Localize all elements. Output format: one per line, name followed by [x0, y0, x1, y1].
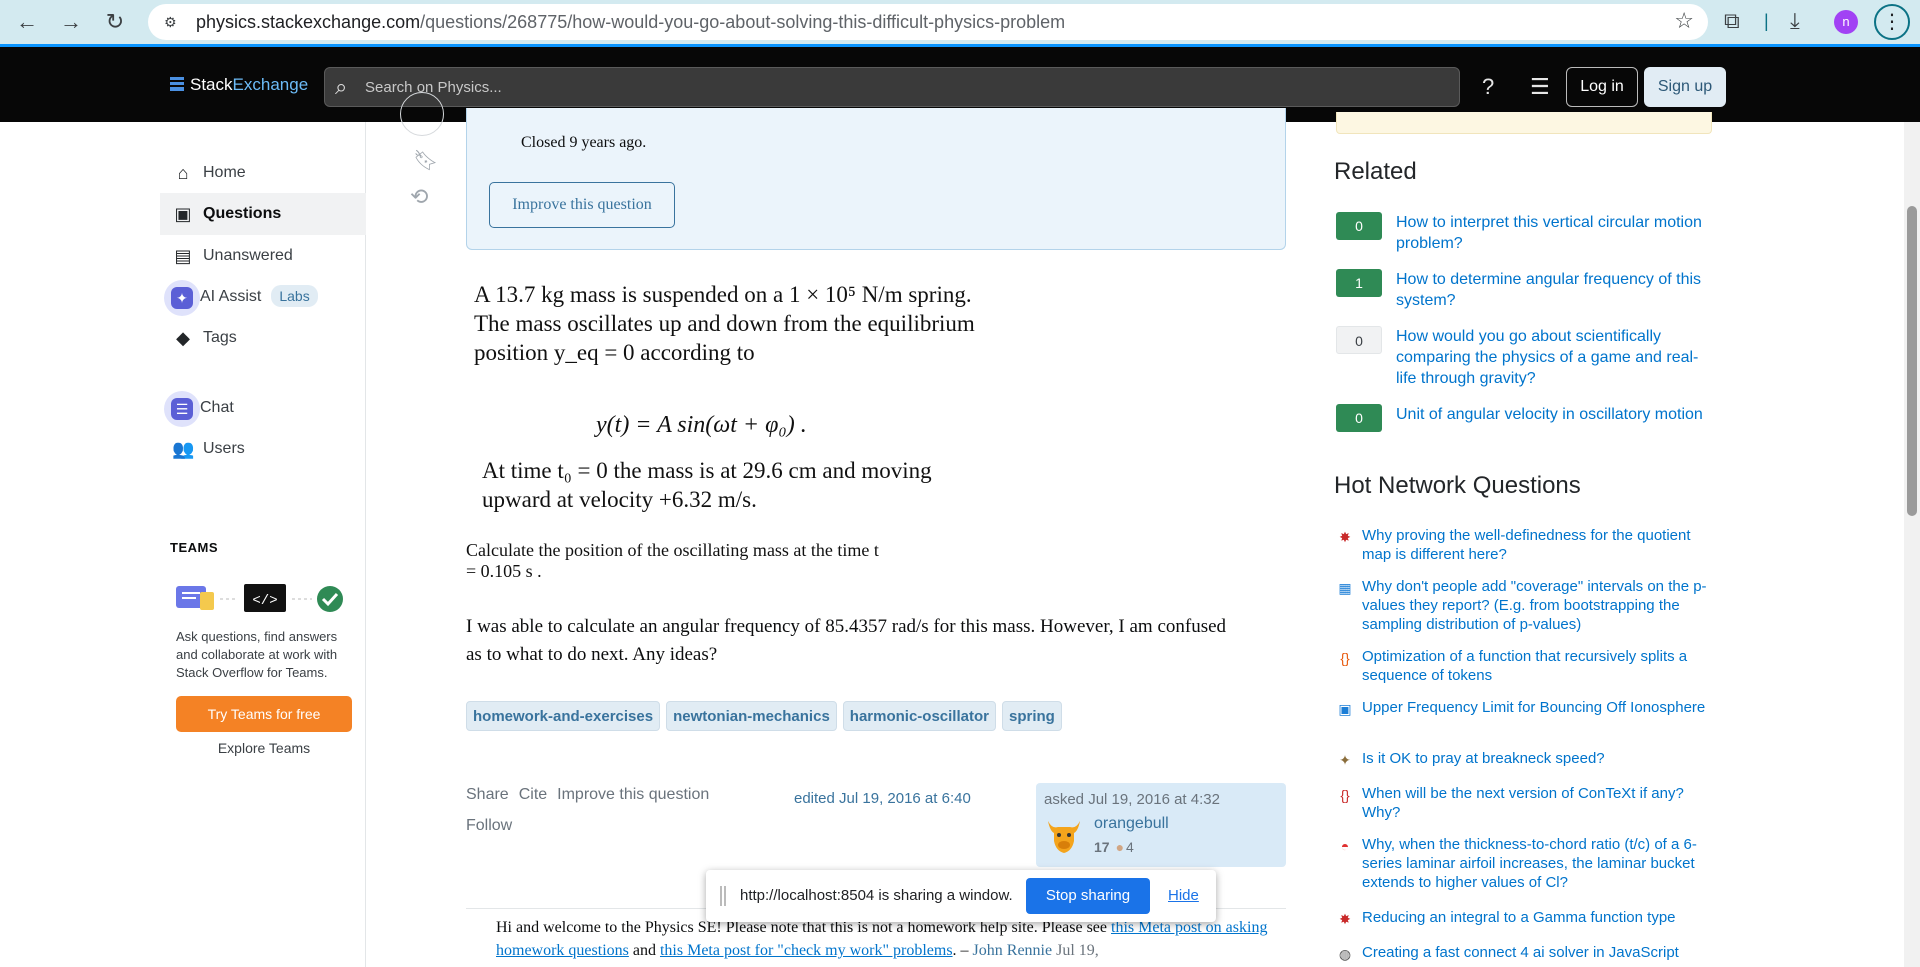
nav-home[interactable]: ⌂ Home — [160, 152, 366, 194]
reload-icon[interactable]: ↻ — [100, 7, 130, 37]
comment-author[interactable]: John Rennie — [973, 942, 1053, 959]
cite-link[interactable]: Cite — [519, 786, 547, 803]
tag-harmonic-oscillator[interactable]: harmonic-oscillator — [842, 701, 996, 731]
math-icon: ✸ — [1339, 911, 1351, 927]
search-icon: ⌕ — [335, 74, 348, 99]
asked-time: asked Jul 19, 2016 at 4:32 — [1044, 791, 1220, 808]
history-icon[interactable]: ⟲ — [410, 184, 428, 210]
screen-share-bar: http://localhost:8504 is sharing a windo… — [706, 870, 1216, 922]
downvote-button[interactable] — [400, 92, 444, 136]
ai-assist-icon: ✦ — [164, 280, 200, 316]
math-icon: ✸ — [1339, 529, 1351, 545]
related-score: 0 — [1336, 404, 1382, 432]
user-name[interactable]: orangebull — [1094, 815, 1169, 833]
nav-tags[interactable]: ◆ Tags — [160, 317, 366, 359]
unanswered-icon: ▤ — [174, 246, 192, 266]
improve-question-button[interactable]: Improve this question — [489, 182, 675, 228]
teams-description: Ask questions, find answers and collabor… — [176, 629, 338, 680]
stats-icon: ▦ — [1338, 580, 1352, 596]
signup-button[interactable]: Sign up — [1644, 67, 1726, 107]
related-heading: Related — [1334, 158, 1417, 185]
nav-chat[interactable]: ☰ Chat — [160, 387, 366, 429]
tex-icon: {} — [1340, 787, 1350, 803]
login-button[interactable]: Log in — [1566, 67, 1638, 107]
download-icon[interactable]: ⤓ — [1790, 8, 1800, 34]
question-image-paragraph-3: Calculate the position of the oscillatin… — [466, 540, 879, 581]
site-search: ⌕ — [324, 67, 1460, 107]
help-icon[interactable]: ? — [1482, 74, 1494, 100]
nav-questions[interactable]: ▣ Questions — [160, 193, 366, 235]
nav-unanswered[interactable]: ▤ Unanswered — [160, 235, 366, 277]
hide-link[interactable]: Hide — [1168, 870, 1199, 922]
tag-spring[interactable]: spring — [1001, 701, 1062, 731]
explore-teams-link[interactable]: Explore Teams — [176, 740, 352, 756]
teams-illustration: </> — [176, 582, 356, 618]
tag-homework-and-exercises[interactable]: homework-and-exercises — [466, 701, 661, 731]
closed-text: Closed 9 years ago. — [521, 134, 647, 151]
left-sidebar: ⌂ Home ▣ Questions ▤ Unanswered ✦ AI Assist L… — [160, 122, 366, 967]
users-icon: 👥 — [172, 439, 195, 459]
site-logo[interactable]: StackExchange — [170, 75, 308, 95]
site-switcher-icon[interactable]: ☰ — [1530, 74, 1550, 100]
try-teams-button[interactable]: Try Teams for free — [176, 696, 352, 732]
chat-icon: ☰ — [164, 391, 200, 427]
bronze-badge-icon: ● — [1115, 839, 1125, 855]
extensions-icon[interactable]: ⧉ — [1724, 8, 1740, 34]
follow-link[interactable]: Follow — [466, 817, 512, 835]
scrollbar-thumb[interactable] — [1907, 206, 1917, 516]
questions-icon: ▣ — [174, 204, 192, 224]
address-bar[interactable]: ⚙ physics.stackexchange.com/questions/26… — [148, 4, 1708, 40]
question-body-text: I was able to calculate an angular frequ… — [466, 616, 1227, 665]
teams-heading: TEAMS — [170, 540, 218, 555]
comment: Hi and welcome to the Physics SE! Please… — [496, 919, 1268, 959]
codegolf-icon: ◍ — [1338, 946, 1352, 962]
codereview-icon: {} — [1340, 650, 1350, 666]
svg-text:</>: </> — [252, 593, 277, 609]
drag-handle-icon[interactable] — [720, 886, 726, 906]
aviation-icon: ◓ — [1340, 838, 1350, 854]
user-avatar[interactable] — [1044, 815, 1084, 855]
tag-icon: ◆ — [176, 328, 190, 348]
stackexchange-logo-icon — [170, 77, 184, 91]
question-tags: homework-and-exercises newtonian-mechanic… — [466, 701, 1068, 731]
improve-link[interactable]: Improve this question — [557, 786, 709, 803]
browser-menu-icon[interactable]: ⋮ — [1874, 4, 1910, 40]
question-image-equation: y(t) = A sin(ωt + φ₀) . — [596, 412, 807, 438]
divider-icon: | — [1764, 11, 1769, 31]
post-menu: Share Cite Improve this question — [466, 786, 719, 804]
forward-icon[interactable]: → — [56, 7, 86, 37]
owner-card: asked Jul 19, 2016 at 4:32 orangebull 17… — [1036, 783, 1286, 867]
stop-sharing-button[interactable]: Stop sharing — [1026, 878, 1150, 914]
browser-chrome: ← → ↻ ⚙ physics.stackexchange.com/questi… — [0, 0, 1920, 44]
featured-box — [1336, 112, 1712, 134]
share-link[interactable]: Share — [466, 786, 509, 803]
hot-network-heading: Hot Network Questions — [1334, 472, 1581, 499]
profile-avatar[interactable]: n — [1834, 10, 1858, 34]
tag-newtonian-mechanics[interactable]: newtonian-mechanics — [666, 701, 837, 731]
comment-date: Jul 19, — [1052, 942, 1099, 959]
back-icon[interactable]: ← — [12, 7, 42, 37]
search-input[interactable] — [365, 68, 1445, 106]
nav-ai-assist[interactable]: ✦ AI Assist Labs — [160, 276, 366, 318]
site-info-icon[interactable]: ⚙ — [164, 12, 184, 32]
url-text[interactable]: physics.stackexchange.com/questions/2687… — [196, 4, 1065, 40]
labs-badge: Labs — [271, 285, 318, 307]
closed-notice: Closed 9 years ago. Improve this questio… — [466, 108, 1286, 250]
ham-icon: ▣ — [1338, 701, 1352, 717]
nav-users[interactable]: 👥 Users — [160, 428, 366, 470]
question-image-paragraph-2: At time t₀ = 0 the mass is at 29.6 cm an… — [482, 458, 932, 512]
edited-link[interactable]: edited Jul 19, 2016 at 6:40 — [794, 790, 971, 807]
judaism-icon: ✦ — [1339, 752, 1351, 768]
meta-check-work-link[interactable]: this Meta post for "check my work" probl… — [660, 942, 953, 959]
question-image-paragraph-1: A 13.7 kg mass is suspended on a 1 × 10⁵… — [474, 282, 975, 365]
share-message: http://localhost:8504 is sharing a windo… — [740, 887, 1013, 904]
related-score: 1 — [1336, 269, 1382, 297]
user-reputation: 17 ● 4 — [1094, 839, 1134, 855]
bookmark-icon[interactable]: 🔖︎ — [413, 148, 438, 173]
bookmark-star-icon[interactable]: ☆ — [1674, 8, 1694, 34]
home-icon: ⌂ — [177, 163, 189, 183]
related-score: 0 — [1336, 326, 1382, 354]
related-score: 0 — [1336, 212, 1382, 240]
